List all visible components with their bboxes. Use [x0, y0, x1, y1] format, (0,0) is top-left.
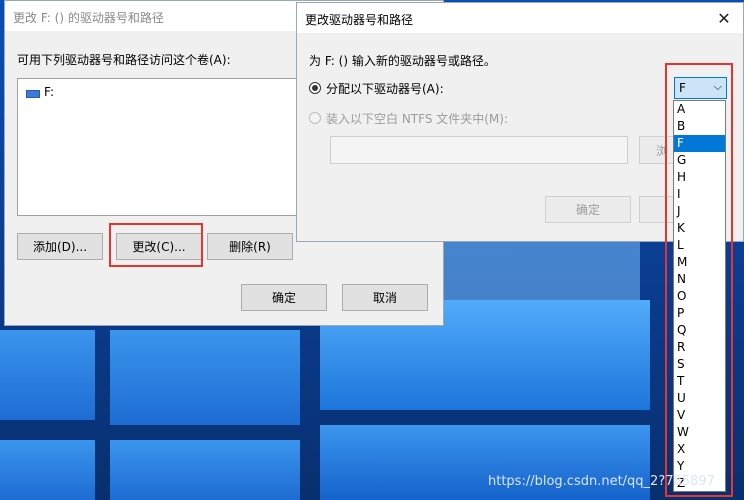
dropdown-option[interactable]: U — [674, 390, 725, 407]
mount-folder-label: 装入以下空白 NTFS 文件夹中(M): — [326, 112, 509, 126]
drive-path-text: F: — [44, 85, 55, 99]
dropdown-option[interactable]: S — [674, 356, 725, 373]
dropdown-option[interactable]: O — [674, 288, 725, 305]
titlebar[interactable]: 更改驱动器号和路径 ✕ — [297, 3, 743, 33]
dropdown-option[interactable]: Q — [674, 322, 725, 339]
dropdown-option[interactable]: N — [674, 271, 725, 288]
dropdown-option[interactable]: K — [674, 220, 725, 237]
dropdown-option[interactable]: T — [674, 373, 725, 390]
dropdown-option[interactable]: M — [674, 254, 725, 271]
drive-icon — [26, 90, 40, 98]
dropdown-option[interactable]: F — [674, 135, 725, 152]
change-button[interactable]: 更改(C)... — [116, 233, 202, 260]
volume-paths-label: 可用下列驱动器号和路径访问这个卷(A): — [17, 53, 231, 67]
cancel-button[interactable]: 取消 — [342, 284, 428, 311]
dropdown-option[interactable]: R — [674, 339, 725, 356]
wallpaper-pane — [110, 330, 300, 425]
dropdown-option[interactable]: Y — [674, 458, 725, 475]
dropdown-option[interactable]: W — [674, 424, 725, 441]
dropdown-option[interactable]: V — [674, 407, 725, 424]
assign-letter-label: 分配以下驱动器号(A): — [326, 82, 444, 96]
dropdown-option[interactable]: A — [674, 101, 725, 118]
delete-button[interactable]: 删除(R) — [207, 233, 293, 260]
ok-button[interactable]: 确定 — [241, 284, 327, 311]
drive-letter-dropdown[interactable]: ABFGHIJKLMNOPQRSTUVWXYZ — [673, 100, 726, 492]
watermark-text: https://blog.csdn.net/qq_2?785897 — [488, 474, 715, 489]
dialog-title: 更改驱动器号和路径 — [305, 13, 414, 27]
dropdown-option[interactable]: X — [674, 441, 725, 458]
dropdown-option[interactable]: P — [674, 305, 725, 322]
selected-letter: F — [679, 81, 686, 95]
wallpaper-pane — [0, 330, 95, 420]
dropdown-option[interactable]: J — [674, 203, 725, 220]
dropdown-option[interactable]: L — [674, 237, 725, 254]
wallpaper-pane — [0, 440, 95, 500]
dropdown-option[interactable]: H — [674, 169, 725, 186]
add-button[interactable]: 添加(D)... — [17, 233, 103, 260]
wallpaper-light — [420, 240, 640, 300]
dropdown-option[interactable]: B — [674, 118, 725, 135]
folder-path-input[interactable] — [330, 136, 628, 164]
dropdown-option[interactable]: G — [674, 152, 725, 169]
instruction-text: 为 F: () 输入新的驱动器号或路径。 — [309, 54, 496, 68]
wallpaper-pane — [110, 440, 300, 500]
assign-letter-radio[interactable] — [309, 82, 321, 94]
chevron-down-icon: ⌵ — [713, 80, 722, 93]
drive-path-list[interactable]: F: — [17, 78, 317, 216]
drive-letter-select[interactable]: F ⌵ — [674, 77, 727, 99]
ok-button[interactable]: 确定 — [545, 196, 631, 223]
close-icon[interactable]: ✕ — [715, 9, 733, 28]
dialog-title: 更改 F: () 的驱动器号和路径 — [13, 11, 164, 25]
dropdown-option[interactable]: I — [674, 186, 725, 203]
mount-folder-radio[interactable] — [309, 112, 321, 124]
